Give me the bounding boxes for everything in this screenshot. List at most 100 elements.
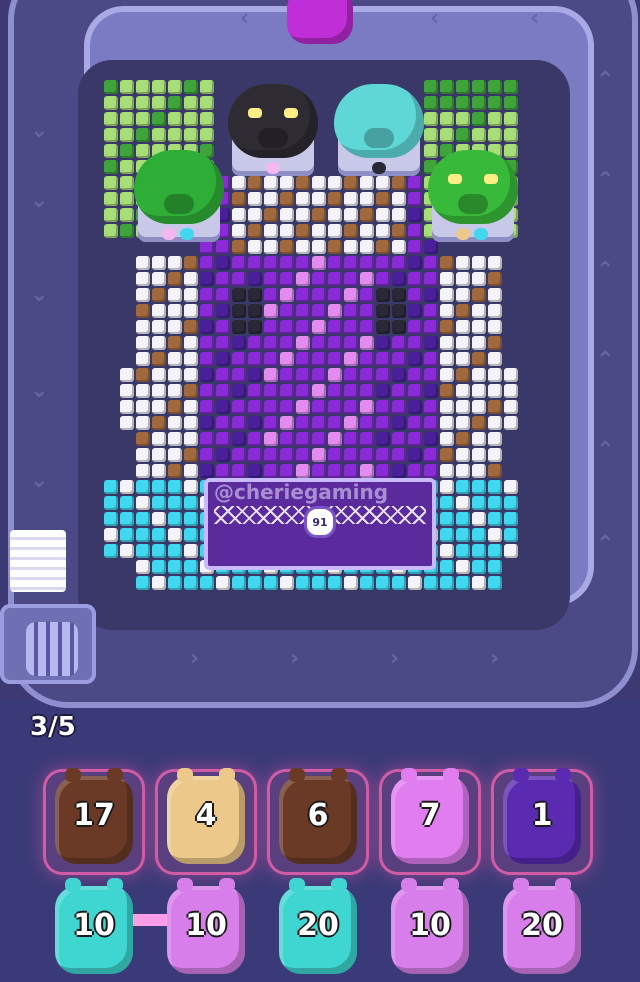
pixel-block	[456, 304, 470, 318]
pig-eye	[284, 108, 298, 118]
chevron-icon: ‹	[530, 6, 540, 31]
pixel-block	[136, 368, 150, 382]
queue-front-pig[interactable]: 7	[391, 768, 469, 864]
pixel-block	[392, 384, 406, 398]
pixel-block	[440, 560, 454, 574]
pixel-block	[344, 288, 358, 302]
pixel-block	[232, 464, 246, 478]
pixel-block	[456, 256, 470, 270]
queue-front-pig[interactable]: 17	[55, 768, 133, 864]
pixel-block	[216, 400, 230, 414]
pixel-block	[232, 192, 246, 206]
queue-front-pig[interactable]: 1	[503, 768, 581, 864]
pixel-block	[184, 544, 198, 558]
pixel-block	[376, 256, 390, 270]
incoming-pig-purple	[287, 0, 353, 44]
pixel-block	[120, 400, 134, 414]
pixel-block	[168, 272, 182, 286]
pixel-block	[120, 96, 134, 110]
pixel-block	[488, 576, 502, 590]
pixel-block	[152, 480, 166, 494]
board-pig-black[interactable]	[228, 84, 318, 176]
pixel-block	[472, 304, 486, 318]
pig-snout	[458, 194, 488, 214]
pixel-block	[392, 368, 406, 382]
pixel-block	[168, 128, 182, 142]
pixel-block	[376, 288, 390, 302]
pixel-block	[152, 416, 166, 430]
pixel-block	[280, 272, 294, 286]
pixel-block	[136, 288, 150, 302]
pixel-block	[264, 336, 278, 350]
queue-back-pig[interactable]: 20	[503, 878, 581, 974]
pig-ear-icon	[65, 878, 81, 892]
pixel-block	[376, 224, 390, 238]
pixel-block	[264, 192, 278, 206]
pixel-block	[344, 336, 358, 350]
pixel-block	[344, 256, 358, 270]
pixel-block	[200, 272, 214, 286]
pig-token	[162, 228, 176, 240]
pixel-block	[152, 512, 166, 526]
pixel-block	[360, 272, 374, 286]
pixel-block	[280, 320, 294, 334]
pixel-block	[216, 576, 230, 590]
pixel-block	[136, 80, 150, 94]
pixel-block	[248, 224, 262, 238]
pixel-block	[344, 240, 358, 254]
pixel-block	[456, 464, 470, 478]
queue-back-pig[interactable]: 10	[167, 878, 245, 974]
pixel-block	[200, 112, 214, 126]
pixel-block	[360, 192, 374, 206]
pixel-block	[296, 288, 310, 302]
queue-front-pig[interactable]: 4	[167, 768, 245, 864]
queue-back-pig[interactable]: 10	[55, 878, 133, 974]
pig-ammo-count: 6	[307, 798, 329, 833]
pixel-block	[472, 272, 486, 286]
pixel-block	[488, 384, 502, 398]
pixel-block	[440, 80, 454, 94]
pixel-block	[296, 384, 310, 398]
pig-ear-icon	[331, 768, 347, 782]
pixel-block	[440, 320, 454, 334]
pixel-block	[376, 464, 390, 478]
pixel-block	[472, 576, 486, 590]
pixel-block	[344, 176, 358, 190]
board-pig-green-left[interactable]	[134, 150, 224, 242]
pixel-block	[296, 208, 310, 222]
pig-ear-icon	[513, 768, 529, 782]
pixel-block	[488, 464, 502, 478]
pixel-block	[296, 416, 310, 430]
queue-back-pig[interactable]: 20	[279, 878, 357, 974]
pixel-block	[216, 352, 230, 366]
pixel-block	[136, 96, 150, 110]
pixel-block	[456, 448, 470, 462]
pixel-block	[184, 96, 198, 110]
queue-back-pig[interactable]: 10	[391, 878, 469, 974]
pixel-block	[200, 416, 214, 430]
board-pig-cyan[interactable]	[334, 84, 424, 176]
pixel-block	[360, 240, 374, 254]
pixel-block	[408, 256, 422, 270]
pixel-block	[104, 112, 118, 126]
board-pig-green-right[interactable]	[428, 150, 518, 242]
pixel-block	[264, 464, 278, 478]
pixel-block	[488, 352, 502, 366]
pixel-block	[248, 192, 262, 206]
chevron-icon: ›	[390, 646, 400, 671]
chevron-icon: ⌃	[596, 438, 615, 463]
pixel-block	[472, 128, 486, 142]
pig-ammo-count: 20	[521, 908, 563, 943]
pixel-block	[184, 576, 198, 590]
pixel-block	[424, 128, 438, 142]
pixel-block	[152, 112, 166, 126]
queue-front-pig[interactable]: 6	[279, 768, 357, 864]
pixel-block	[504, 80, 518, 94]
pixel-block	[376, 208, 390, 222]
pixel-block	[248, 352, 262, 366]
pixel-block	[200, 576, 214, 590]
pixel-block	[216, 448, 230, 462]
pixel-block	[168, 384, 182, 398]
pixel-block	[136, 112, 150, 126]
pixel-block	[424, 320, 438, 334]
